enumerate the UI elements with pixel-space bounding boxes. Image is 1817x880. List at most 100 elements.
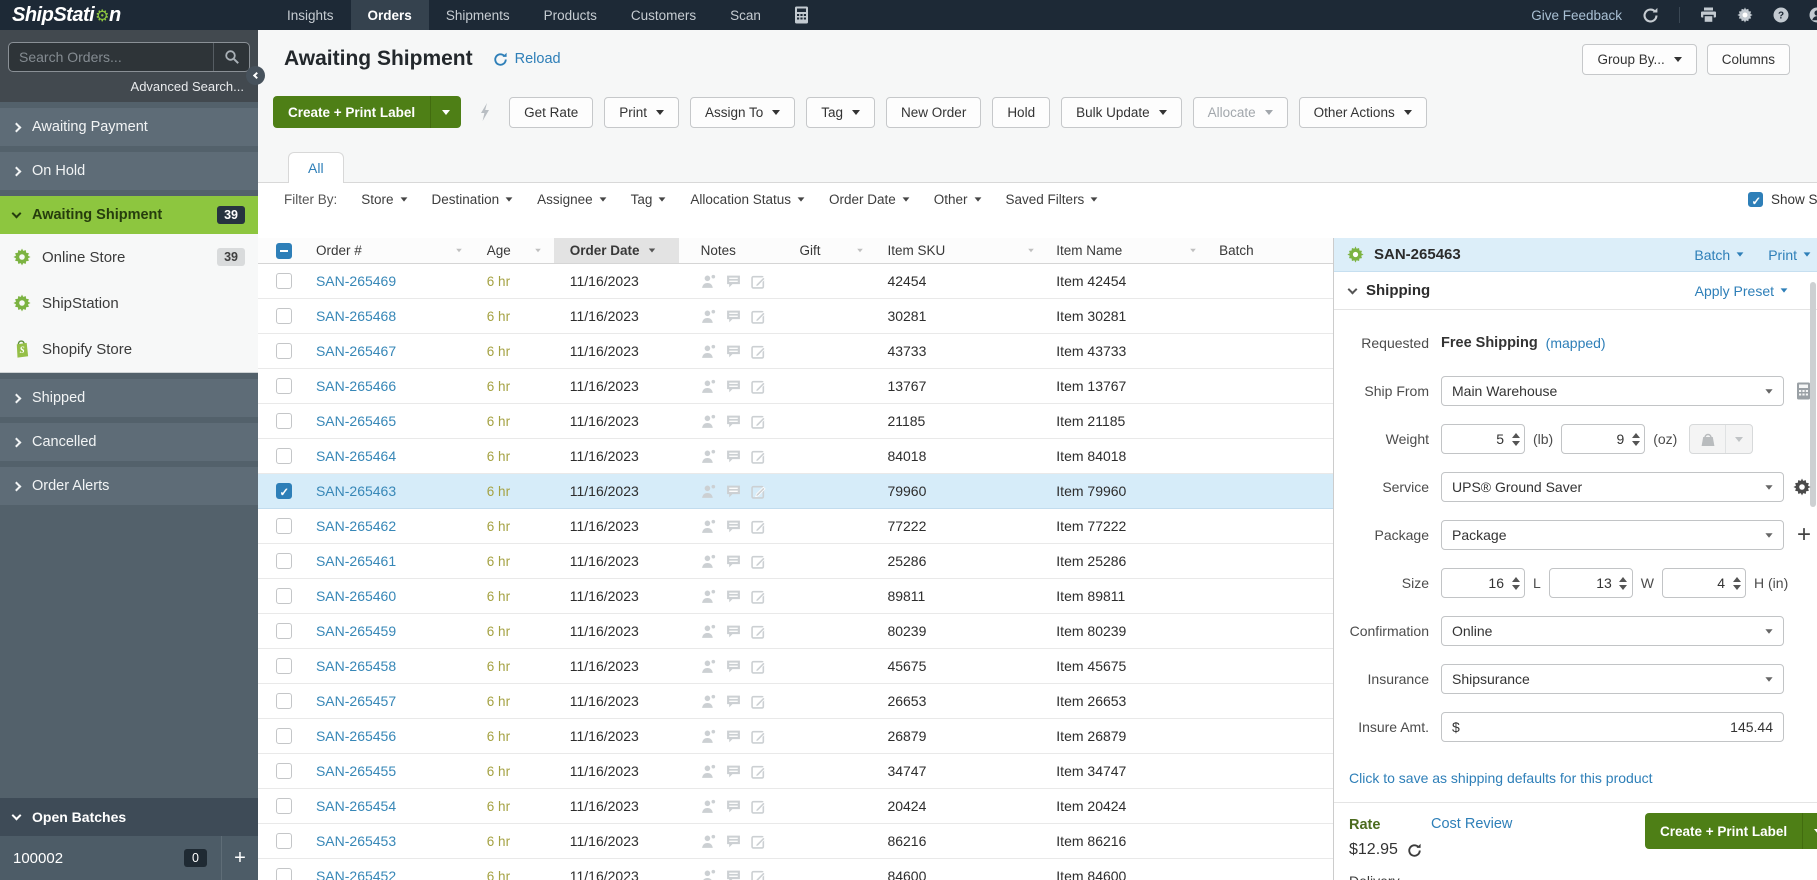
table-row[interactable]: SAN-2654646 hr11/16/202384018Item 84018 [258,439,1333,474]
edit-note-icon[interactable] [751,729,766,744]
row-checkbox[interactable] [276,413,292,429]
edit-note-icon[interactable] [751,344,766,359]
table-row[interactable]: SAN-2654616 hr11/16/202325286Item 25286 [258,544,1333,579]
buyer-note-icon[interactable] [701,624,716,639]
sidebar-store-online-store[interactable]: Online Store39 [0,234,258,280]
help-icon[interactable]: ? [1773,7,1789,23]
calculator-icon[interactable] [794,0,809,30]
row-checkbox[interactable] [276,378,292,394]
rate-refresh-icon[interactable] [1407,843,1422,858]
sidebar-item-awaiting-shipment[interactable]: Awaiting Shipment39 [0,196,258,234]
row-checkbox[interactable] [276,448,292,464]
edit-note-icon[interactable] [751,274,766,289]
edit-note-icon[interactable] [751,554,766,569]
printer-icon[interactable] [1700,7,1717,23]
columns-button[interactable]: Columns [1707,44,1790,75]
weight-oz-stepper[interactable]: 9 [1561,424,1645,454]
table-row[interactable]: SAN-2654606 hr11/16/202389811Item 89811 [258,579,1333,614]
sidebar-item-on-hold[interactable]: On Hold [0,152,258,190]
internal-note-icon[interactable] [726,799,741,814]
batch-row[interactable]: 100002 0 + [0,836,258,880]
buyer-note-icon[interactable] [701,694,716,709]
hold-button[interactable]: Hold [992,97,1050,128]
filter-destination[interactable]: Destination [432,192,514,207]
table-row[interactable]: SAN-2654556 hr11/16/202334747Item 34747 [258,754,1333,789]
filter-tag[interactable]: Tag [631,192,667,207]
sidebar-store-shipstation[interactable]: ShipStation [0,280,258,326]
buyer-note-icon[interactable] [701,869,716,880]
column-header-item-name[interactable]: Item Name [1047,238,1209,263]
package-select[interactable]: Package [1441,520,1784,550]
table-row[interactable]: SAN-2654566 hr11/16/202326879Item 26879 [258,719,1333,754]
sidebar-item-cancelled[interactable]: Cancelled [0,423,258,461]
table-row[interactable]: SAN-2654696 hr11/16/202342454Item 42454 [258,264,1333,299]
reload-button[interactable]: Reload [493,51,561,67]
other-actions-button[interactable]: Other Actions [1299,97,1427,128]
edit-note-icon[interactable] [751,449,766,464]
row-checkbox[interactable] [276,588,292,604]
search-icon[interactable] [213,43,249,71]
column-header-gift[interactable]: Gift [790,238,877,263]
internal-note-icon[interactable] [726,309,741,324]
table-row[interactable]: SAN-2654576 hr11/16/202326653Item 26653 [258,684,1333,719]
buyer-note-icon[interactable] [701,309,716,324]
row-checkbox[interactable] [276,728,292,744]
row-checkbox[interactable] [276,868,292,880]
table-row[interactable]: SAN-2654526 hr11/16/202384600Item 84600 [258,859,1333,880]
shipstation-logo[interactable]: ShipStati⚙n [0,0,258,30]
table-row[interactable]: SAN-2654546 hr11/16/202320424Item 20424 [258,789,1333,824]
rate-calculator-icon[interactable] [1796,382,1811,400]
row-checkbox[interactable] [276,833,292,849]
row-checkbox[interactable] [276,343,292,359]
row-checkbox[interactable] [276,763,292,779]
sidebar-item-shipped[interactable]: Shipped [0,379,258,417]
add-batch-button[interactable]: + [221,836,258,880]
create-print-label-button[interactable]: Create + Print Label [273,96,461,128]
filter-order-date[interactable]: Order Date [829,192,910,207]
group-by-button[interactable]: Group By... [1582,44,1696,75]
table-row[interactable]: SAN-2654536 hr11/16/202386216Item 86216 [258,824,1333,859]
row-checkbox[interactable] [276,308,292,324]
new-order-button[interactable]: New Order [886,97,981,128]
edit-note-icon[interactable] [751,484,766,499]
buyer-note-icon[interactable] [701,344,716,359]
internal-note-icon[interactable] [726,449,741,464]
size-height-stepper[interactable]: 4 [1662,568,1746,598]
nav-item-insights[interactable]: Insights [270,0,351,30]
collapse-sidebar-button[interactable] [246,66,265,85]
order-number-link[interactable]: SAN-265465 [316,413,396,429]
apply-preset-dropdown[interactable]: Apply Preset [1695,283,1788,299]
order-number-link[interactable]: SAN-265459 [316,623,396,639]
table-row[interactable]: SAN-2654626 hr11/16/202377222Item 77222 [258,509,1333,544]
order-number-link[interactable]: SAN-265453 [316,833,396,849]
stepper-arrows[interactable] [1507,577,1524,590]
column-header-item-sku[interactable]: Item SKU [876,238,1047,263]
buyer-note-icon[interactable] [701,449,716,464]
search-input[interactable] [9,49,213,65]
row-checkbox[interactable] [276,623,292,639]
save-shipping-defaults-link[interactable]: Click to save as shipping defaults for t… [1334,760,1817,802]
select-all-checkbox[interactable] [276,243,292,259]
sidebar-item-awaiting-payment[interactable]: Awaiting Payment [0,108,258,146]
order-number-link[interactable]: SAN-265454 [316,798,396,814]
size-width-stepper[interactable]: 13 [1549,568,1633,598]
table-row[interactable]: SAN-2654596 hr11/16/202380239Item 80239 [258,614,1333,649]
internal-note-icon[interactable] [726,414,741,429]
row-checkbox[interactable] [276,693,292,709]
column-header-order-date[interactable]: Order Date [554,238,679,263]
allocate-button[interactable]: Allocate [1193,97,1288,128]
table-row[interactable]: SAN-2654586 hr11/16/202345675Item 45675 [258,649,1333,684]
edit-note-icon[interactable] [751,694,766,709]
order-number-link[interactable]: SAN-265463 [316,483,396,499]
row-checkbox[interactable] [276,798,292,814]
edit-note-icon[interactable] [751,764,766,779]
tag-button[interactable]: Tag [806,97,875,128]
stepper-arrows[interactable] [1627,433,1644,446]
internal-note-icon[interactable] [726,764,741,779]
order-number-link[interactable]: SAN-265464 [316,448,396,464]
internal-note-icon[interactable] [726,659,741,674]
internal-note-icon[interactable] [726,589,741,604]
nav-item-customers[interactable]: Customers [614,0,713,30]
cost-review-link[interactable]: Cost Review [1431,816,1512,832]
create-print-dropdown[interactable] [1802,813,1817,849]
